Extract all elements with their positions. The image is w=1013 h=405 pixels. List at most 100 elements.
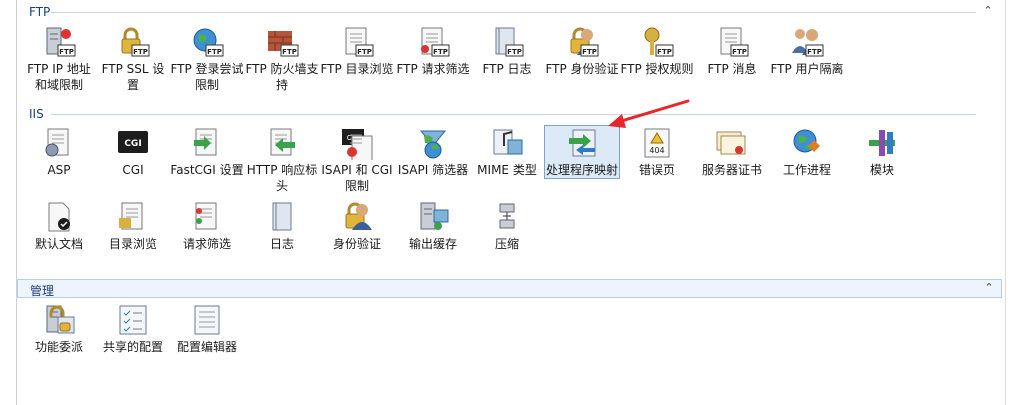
feature-label: FTP IP 地址和域限制 xyxy=(27,62,91,92)
feature-default-document[interactable]: 默认文档 xyxy=(22,200,96,252)
svg-text:FTP: FTP xyxy=(582,48,597,56)
feature-label: 模块 xyxy=(869,163,894,177)
default-document-icon xyxy=(42,200,76,234)
feature-label: 目录浏览 xyxy=(108,237,157,251)
pane-right-border xyxy=(1005,0,1006,405)
feature-request-filtering[interactable]: 请求筛选 xyxy=(170,200,244,252)
cgi-icon: CGI xyxy=(116,126,150,160)
section-divider xyxy=(51,12,976,13)
feature-http-response-headers[interactable]: HTTP 响应标头 xyxy=(245,126,319,194)
feature-logging[interactable]: 日志 xyxy=(245,200,319,252)
feature-label: FTP SSL 设置 xyxy=(101,62,165,92)
feature-ftp-ip-restriction[interactable]: FTP FTP IP 地址和域限制 xyxy=(22,25,96,93)
shared-configuration-icon xyxy=(116,303,150,337)
feature-handler-mappings[interactable]: 处理程序映射 xyxy=(544,125,620,179)
feature-label: 默认文档 xyxy=(34,237,83,251)
svg-text:FTP: FTP xyxy=(59,48,74,56)
feature-label: 服务器证书 xyxy=(701,163,762,177)
ftp-directory-browsing-icon: FTP xyxy=(340,25,374,59)
feature-label: ASP xyxy=(47,163,71,177)
isapi-cgi-restrictions-icon: CGI xyxy=(340,126,374,160)
feature-ftp-messages[interactable]: FTP FTP 消息 xyxy=(695,25,769,77)
section-title-ftp: FTP xyxy=(29,5,51,19)
feature-isapi-filters[interactable]: ISAPI 筛选器 xyxy=(396,126,470,178)
feature-label: FTP 授权规则 xyxy=(620,62,694,76)
feature-ftp-authentication[interactable]: FTP FTP 身份验证 xyxy=(545,25,619,77)
fastcgi-icon xyxy=(190,126,224,160)
feature-server-certificates[interactable]: 服务器证书 xyxy=(695,126,769,178)
feature-label: HTTP 响应标头 xyxy=(246,163,318,193)
ftp-authorization-keys-icon: FTP xyxy=(640,25,674,59)
handler-mappings-icon xyxy=(565,126,599,160)
output-caching-icon xyxy=(416,200,450,234)
svg-text:CGI: CGI xyxy=(124,139,141,149)
ftp-firewall-icon: FTP xyxy=(265,25,299,59)
asp-icon xyxy=(42,126,76,160)
feature-ftp-logon-globe[interactable]: FTP FTP 登录尝试限制 xyxy=(170,25,244,93)
feature-ftp-request-filtering[interactable]: FTP FTP 请求筛选 xyxy=(396,25,470,77)
feature-shared-configuration[interactable]: 共享的配置 xyxy=(96,303,170,355)
ftp-user-isolation-icon: FTP xyxy=(790,25,824,59)
svg-text:FTP: FTP xyxy=(732,48,747,56)
feature-label: ISAPI 和 CGI 限制 xyxy=(321,163,393,193)
red-annotation-arrow-icon xyxy=(608,99,690,128)
feature-authentication[interactable]: 身份验证 xyxy=(320,200,394,252)
feature-label: MIME 类型 xyxy=(477,163,537,177)
feature-label: 请求筛选 xyxy=(182,237,231,251)
worker-processes-icon xyxy=(790,126,824,160)
feature-ftp-user-isolation[interactable]: FTP FTP 用户隔离 xyxy=(770,25,844,77)
feature-label: CGI xyxy=(122,163,144,177)
authentication-icon xyxy=(340,200,374,234)
feature-label: 工作进程 xyxy=(782,163,831,177)
feature-fastcgi[interactable]: FastCGI 设置 xyxy=(170,126,244,178)
feature-label: FastCGI 设置 xyxy=(170,163,244,177)
feature-configuration-editor[interactable]: 配置编辑器 xyxy=(170,303,244,355)
feature-isapi-cgi-restrictions[interactable]: CGIISAPI 和 CGI 限制 xyxy=(320,126,394,194)
svg-text:FTP: FTP xyxy=(507,48,522,56)
feature-label: FTP 消息 xyxy=(707,62,757,76)
section-header-ftp[interactable]: FTP ⌃ xyxy=(17,3,1000,21)
feature-label: FTP 请求筛选 xyxy=(396,62,470,76)
svg-text:FTP: FTP xyxy=(657,48,672,56)
feature-delegation-icon xyxy=(42,303,76,337)
feature-label: 配置编辑器 xyxy=(176,340,237,354)
feature-label: 输出缓存 xyxy=(408,237,457,251)
feature-ftp-firewall[interactable]: FTP FTP 防火墙支持 xyxy=(245,25,319,93)
collapse-chevron-up-icon[interactable]: ⌃ xyxy=(980,3,996,19)
feature-asp[interactable]: ASP xyxy=(22,126,96,178)
request-filtering-icon xyxy=(190,200,224,234)
section-header-iis[interactable]: IIS xyxy=(17,105,1000,123)
feature-compression[interactable]: 压缩 xyxy=(470,200,544,252)
svg-text:FTP: FTP xyxy=(357,48,372,56)
feature-mime-types[interactable]: MIME 类型 xyxy=(470,126,544,178)
feature-label: 日志 xyxy=(269,237,294,251)
feature-feature-delegation[interactable]: 功能委派 xyxy=(22,303,96,355)
feature-ftp-logging[interactable]: FTP FTP 日志 xyxy=(470,25,544,77)
feature-output-caching[interactable]: 输出缓存 xyxy=(396,200,470,252)
svg-text:FTP: FTP xyxy=(207,48,222,56)
feature-label: 共享的配置 xyxy=(102,340,163,354)
server-certificates-icon xyxy=(715,126,749,160)
section-header-management[interactable]: 管理 ⌃ xyxy=(17,279,1002,298)
feature-error-pages[interactable]: 404 错误页 xyxy=(620,126,694,178)
feature-ftp-directory-browsing[interactable]: FTP FTP 目录浏览 xyxy=(320,25,394,77)
feature-ftp-ssl-lock[interactable]: FTP FTP SSL 设置 xyxy=(96,25,170,93)
svg-text:FTP: FTP xyxy=(433,48,448,56)
http-response-headers-icon xyxy=(265,126,299,160)
feature-worker-processes[interactable]: 工作进程 xyxy=(770,126,844,178)
feature-label: FTP 防火墙支持 xyxy=(245,62,319,92)
ftp-ssl-lock-icon: FTP xyxy=(116,25,150,59)
ftp-request-filtering-icon: FTP xyxy=(416,25,450,59)
feature-cgi[interactable]: CGI CGI xyxy=(96,126,170,178)
pane-left-border xyxy=(16,0,17,405)
feature-modules[interactable]: 模块 xyxy=(845,126,919,178)
feature-directory-browsing[interactable]: 目录浏览 xyxy=(96,200,170,252)
feature-ftp-authorization-keys[interactable]: FTP FTP 授权规则 xyxy=(620,25,694,77)
svg-text:404: 404 xyxy=(649,146,664,155)
directory-browsing-icon xyxy=(116,200,150,234)
compression-icon xyxy=(490,200,524,234)
collapse-chevron-up-icon[interactable]: ⌃ xyxy=(981,280,997,296)
feature-label: FTP 日志 xyxy=(482,62,532,76)
feature-label: 处理程序映射 xyxy=(545,163,618,177)
section-divider xyxy=(51,114,976,115)
